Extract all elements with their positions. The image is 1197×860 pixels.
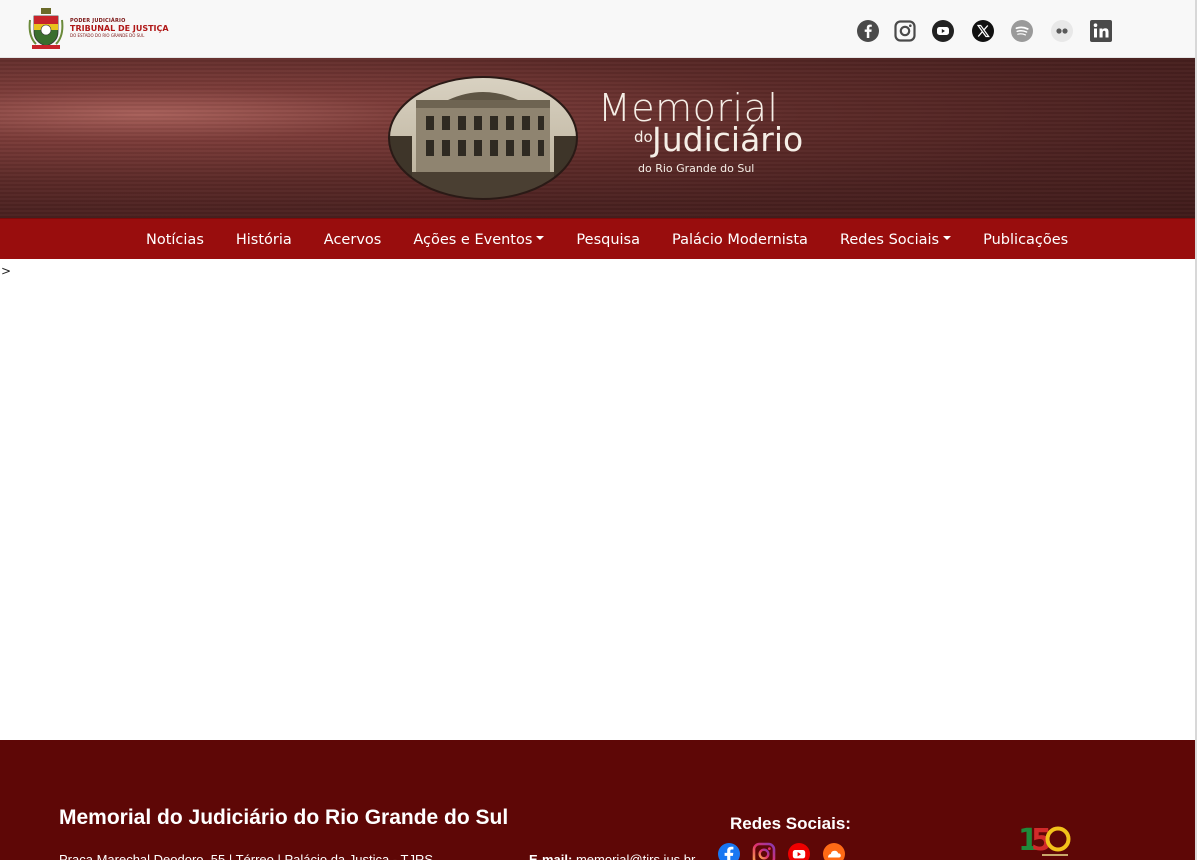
x-icon[interactable] [971, 19, 995, 43]
footer-email-link[interactable]: memorial@tjrs.jus.br [576, 852, 695, 860]
spotify-icon[interactable] [1010, 19, 1034, 43]
nav-item-redes-sociais[interactable]: Redes Sociais [839, 231, 952, 248]
youtube-icon[interactable] [787, 842, 811, 860]
nav-list: Notícias História Acervos Ações e Evento… [146, 219, 1100, 260]
banner-title-do: do [634, 128, 653, 146]
footer-email-label: E-mail: [529, 852, 573, 860]
nav-item-label: Redes Sociais [839, 231, 940, 248]
nav-item-label: Pesquisa [576, 231, 640, 248]
tjrs-logo-text: PODER JUDICIÁRIO TRIBUNAL DE JUSTIÇA DO … [70, 17, 169, 38]
nav-item-label: Publicações [983, 231, 1069, 248]
nav-item-acervos[interactable]: Acervos [324, 232, 382, 248]
nav-item-palacio-modernista[interactable]: Palácio Modernista [672, 232, 808, 248]
palace-photo-icon [388, 76, 578, 200]
top-bar: PODER JUDICIÁRIO TRIBUNAL DE JUSTIÇA DO … [0, 0, 1195, 58]
soundcloud-icon[interactable] [822, 842, 846, 860]
coat-of-arms-icon [28, 8, 64, 49]
main-nav: Notícias História Acervos Ações e Evento… [0, 218, 1195, 259]
site-footer: Memorial do Judiciário do Rio Grande do … [0, 740, 1195, 860]
facebook-icon[interactable] [717, 842, 741, 860]
footer-title: Memorial do Judiciário do Rio Grande do … [59, 806, 509, 829]
org-sub-label: DO ESTADO DO RIO GRANDE DO SUL [70, 32, 145, 38]
nav-item-label: Palácio Modernista [672, 231, 808, 248]
tjrs-logo[interactable]: PODER JUDICIÁRIO TRIBUNAL DE JUSTIÇA DO … [28, 6, 169, 50]
nav-item-noticias[interactable]: Notícias [146, 232, 204, 248]
footer-social-title: Redes Sociais: [730, 814, 851, 833]
linkedin-icon[interactable] [1089, 19, 1113, 43]
stray-text: > [1, 264, 12, 278]
nav-item-pesquisa[interactable]: Pesquisa [576, 232, 640, 248]
org-small-label: PODER JUDICIÁRIO [70, 17, 126, 24]
page: PODER JUDICIÁRIO TRIBUNAL DE JUSTIÇA DO … [0, 0, 1197, 860]
nav-item-label: Notícias [146, 231, 204, 248]
facebook-icon[interactable] [856, 19, 880, 43]
nav-item-label: História [235, 231, 292, 248]
instagram-icon[interactable] [893, 19, 917, 43]
banner-title-line3: do Rio Grande do Sul [638, 162, 755, 175]
anniversary-150-logo: 1 5 [1018, 823, 1071, 858]
nav-item-publicacoes[interactable]: Publicações [983, 232, 1068, 248]
site-banner[interactable]: Memorial do Judiciário do Rio Grande do … [0, 58, 1195, 218]
nav-item-acoes-eventos[interactable]: Ações e Eventos [413, 231, 545, 248]
youtube-icon[interactable] [931, 19, 955, 43]
footer-email: E-mail: memorial@tjrs.jus.br [529, 852, 695, 860]
footer-address: Praça Marechal Deodoro, 55 | Térreo | Pa… [59, 852, 434, 860]
nav-item-historia[interactable]: História [236, 232, 292, 248]
instagram-icon[interactable] [752, 842, 776, 860]
banner-title-line2: Judiciário [652, 120, 804, 159]
nav-item-label: Ações e Eventos [413, 231, 533, 248]
caret-down-icon [943, 235, 952, 240]
org-main-label: TRIBUNAL DE JUSTIÇA [70, 23, 169, 33]
nav-item-label: Acervos [323, 231, 382, 248]
footer-social-links [717, 842, 846, 860]
flickr-icon[interactable] [1050, 19, 1074, 43]
caret-down-icon [536, 235, 545, 240]
